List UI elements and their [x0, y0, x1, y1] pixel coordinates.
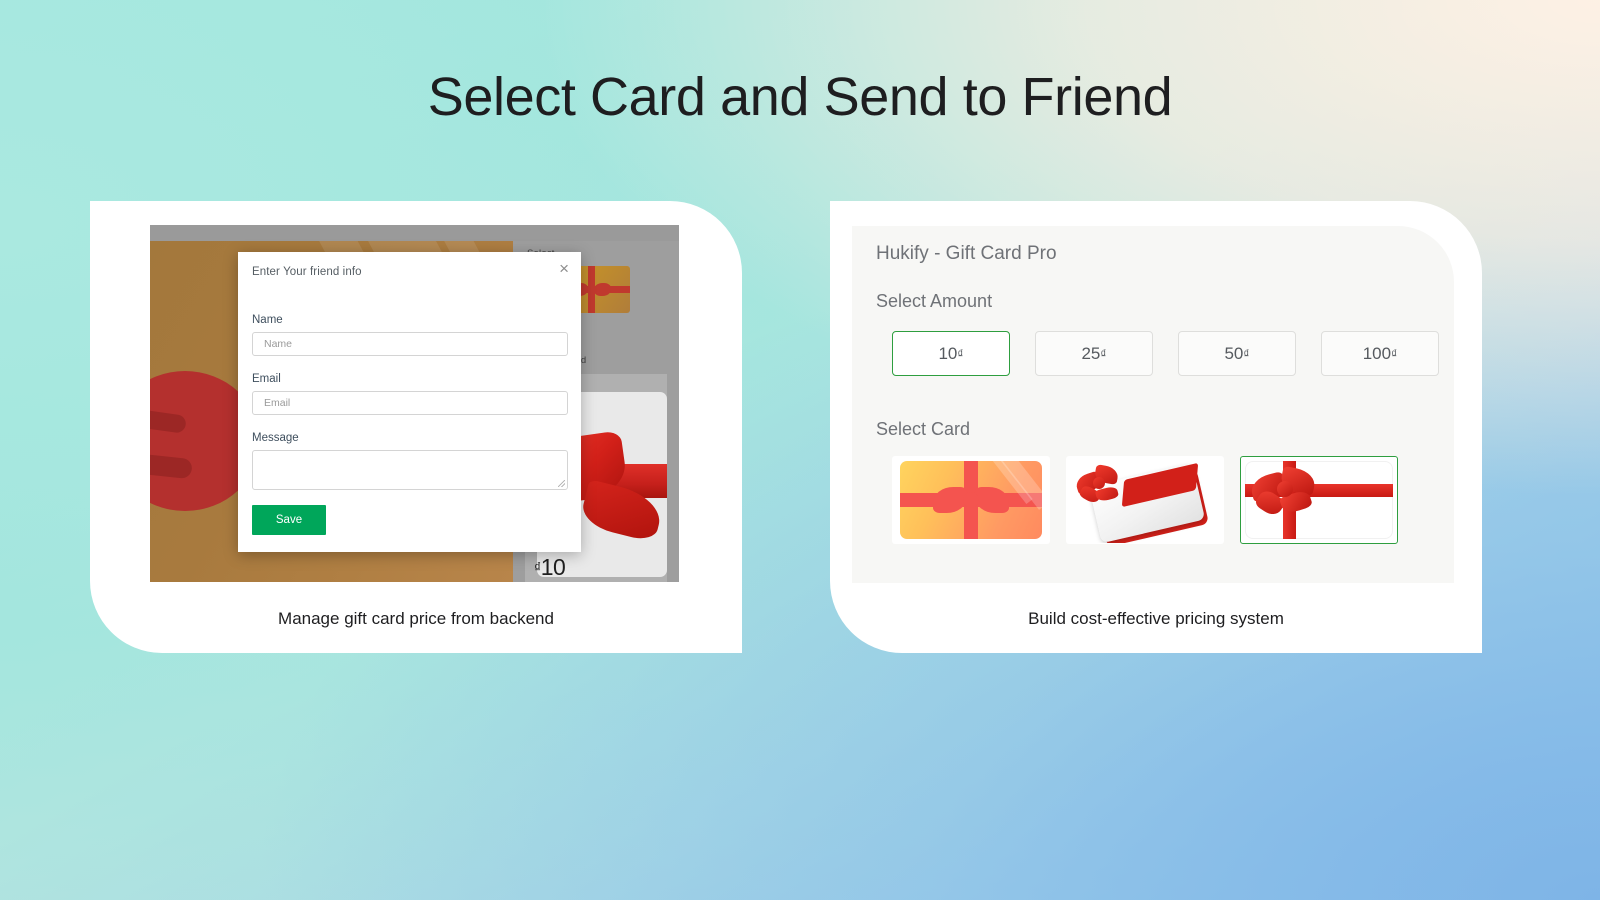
- email-placeholder: Email: [264, 397, 291, 409]
- card-options: [892, 456, 1398, 544]
- email-label: Email: [252, 373, 281, 385]
- white-ribbon-gift-card-image: [1245, 461, 1393, 539]
- name-label: Name: [252, 314, 283, 326]
- card-option-white-ribbon-gift-card[interactable]: [1240, 456, 1398, 544]
- close-icon[interactable]: ×: [559, 260, 569, 277]
- currency-symbol: ₫: [1391, 346, 1398, 361]
- screenshot-topbar: [150, 225, 679, 241]
- email-input[interactable]: Email: [252, 391, 568, 415]
- name-input[interactable]: Name: [252, 332, 568, 356]
- modal-title: Enter Your friend info: [252, 266, 362, 278]
- price-value: 10: [540, 554, 566, 580]
- amount-option-25[interactable]: 25 ₫: [1035, 331, 1153, 376]
- backend-screenshot: Select Preview Card ₫10 Enter Your frien…: [150, 225, 679, 582]
- feature-panel-storefront: Hukify - Gift Card Pro Select Amount 10 ₫…: [830, 201, 1482, 653]
- friend-info-modal: Enter Your friend info × Name Name Email…: [238, 252, 581, 552]
- white-envelope-card-image: [1070, 458, 1220, 543]
- card-option-white-envelope-card[interactable]: [1066, 456, 1224, 544]
- panel-caption-backend: Manage gift card price from backend: [278, 609, 554, 628]
- select-card-label: Select Card: [876, 419, 971, 439]
- orange-gift-card-image: [900, 461, 1042, 539]
- name-placeholder: Name: [264, 338, 293, 350]
- panel-caption-storefront: Build cost-effective pricing system: [1028, 609, 1284, 628]
- amount-value: 10: [938, 343, 958, 363]
- message-textarea[interactable]: [252, 450, 568, 490]
- message-label: Message: [252, 432, 299, 444]
- save-button[interactable]: Save: [252, 505, 326, 535]
- amount-value: 25: [1081, 343, 1101, 363]
- currency-symbol: ₫: [957, 346, 964, 361]
- page-title: Select Card and Send to Friend: [427, 67, 1173, 127]
- amount-option-50[interactable]: 50 ₫: [1178, 331, 1296, 376]
- amount-value: 50: [1224, 343, 1244, 363]
- select-amount-label: Select Amount: [876, 291, 993, 311]
- currency-symbol: ₫: [534, 559, 541, 575]
- amount-options: 10 ₫ 25 ₫ 50 ₫ 100 ₫: [892, 331, 1439, 376]
- feature-panel-backend: Select Preview Card ₫10 Enter Your frien…: [90, 201, 742, 653]
- modal-header: Enter Your friend info ×: [238, 252, 581, 294]
- currency-symbol: ₫: [1243, 346, 1250, 361]
- amount-option-10[interactable]: 10 ₫: [892, 331, 1010, 376]
- amount-value: 100: [1362, 343, 1392, 363]
- store-brand-title: Hukify - Gift Card Pro: [876, 243, 1057, 264]
- currency-symbol: ₫: [1100, 346, 1107, 361]
- preview-price: ₫10: [534, 554, 566, 581]
- card-option-orange-gift-card[interactable]: [892, 456, 1050, 544]
- storefront-screenshot: Hukify - Gift Card Pro Select Amount 10 ₫…: [852, 226, 1454, 583]
- amount-option-100[interactable]: 100 ₫: [1321, 331, 1439, 376]
